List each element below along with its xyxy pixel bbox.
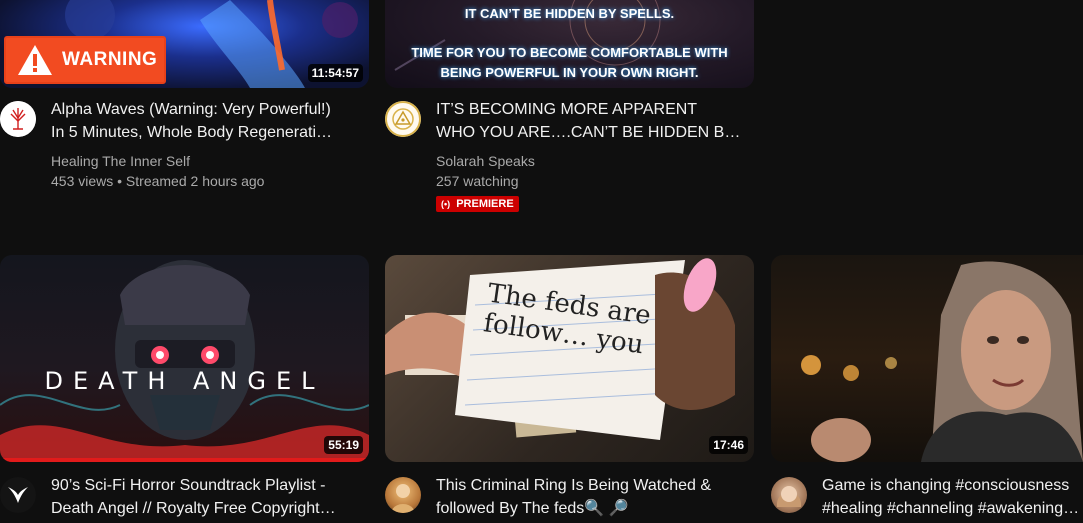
video-duration: 17:46 [709, 436, 748, 454]
video-title-line1: IT’S BECOMING MORE APPARENT [436, 101, 698, 118]
video-card-4[interactable]: The feds are follow… you 17:46 This Crim… [385, 255, 754, 523]
video-title-line1: Alpha Waves (Warning: Very Powerful!) [51, 101, 331, 118]
video-title[interactable]: Game is changing #consciousness #healing… [822, 474, 1083, 520]
premiere-badge-label: PREMIERE [456, 198, 514, 210]
video-title[interactable]: 90’s Sci-Fi Horror Soundtrack Playlist -… [51, 474, 361, 520]
thumbnail-text-line1: IT CAN’T BE HIDDEN BY SPELLS. [464, 6, 675, 21]
bird-logo-icon [0, 477, 36, 513]
video-title-line1: 90’s Sci-Fi Horror Soundtrack Playlist - [51, 477, 326, 494]
channel-avatar[interactable] [0, 477, 36, 513]
warning-icon [18, 45, 52, 75]
video-title-line2: Death Angel // Royalty Free Copyright… [51, 500, 336, 517]
pyramid-logo-icon [385, 101, 421, 137]
video-title-line2: followed By The feds🔍 🔎 [436, 500, 629, 517]
video-thumbnail-1[interactable]: WARNING 11:54:57 [0, 0, 369, 88]
person-avatar-icon [391, 484, 415, 513]
video-card-1[interactable]: WARNING 11:54:57 Alpha Waves (Warning: V… [0, 0, 369, 200]
video-title[interactable]: Alpha Waves (Warning: Very Powerful!) In… [51, 98, 361, 144]
premiere-badge: (•) PREMIERE [436, 196, 519, 212]
video-card-3[interactable]: DEATH ANGEL 55:19 90’s Sci-Fi Horror Sou… [0, 255, 369, 523]
video-duration: 55:19 [324, 436, 363, 454]
thumbnail-text-line3: BEING POWERFUL IN YOUR OWN RIGHT. [440, 65, 699, 80]
warning-badge: WARNING [4, 36, 166, 84]
video-title[interactable]: IT’S BECOMING MORE APPARENT WHO YOU ARE…… [436, 98, 746, 144]
video-title[interactable]: This Criminal Ring Is Being Watched & fo… [436, 474, 746, 520]
live-broadcast-icon: (•) [441, 199, 451, 209]
note-card-icon [385, 258, 735, 440]
video-title-line2: WHO YOU ARE….CAN’T BE HIDDEN B… [436, 124, 741, 141]
video-card-2[interactable]: IT CAN’T BE HIDDEN BY SPELLS. TIME FOR Y… [385, 0, 754, 220]
channel-name[interactable]: Solarah Speaks [436, 151, 535, 171]
warning-badge-text: WARNING [62, 49, 158, 70]
video-title-line2: #healing #channeling #awakening… [822, 500, 1080, 517]
video-card-5[interactable]: Game is changing #consciousness #healing… [771, 255, 1083, 523]
tree-logo-icon [0, 101, 36, 137]
video-thumbnail-3[interactable]: DEATH ANGEL 55:19 [0, 255, 369, 462]
channel-avatar[interactable] [385, 101, 421, 137]
video-title-line1: This Criminal Ring Is Being Watched & [436, 477, 712, 494]
channel-avatar[interactable] [385, 477, 421, 513]
channel-avatar[interactable] [0, 101, 36, 137]
thumbnail-text-line2: TIME FOR YOU TO BECOME COMFORTABLE WITH [411, 45, 728, 60]
thumbnail-title-text: DEATH ANGEL [44, 367, 325, 395]
video-title-line1: Game is changing #consciousness [822, 477, 1070, 494]
video-title-line2: In 5 Minutes, Whole Body Regenerati… [51, 124, 333, 141]
person-avatar-icon [776, 486, 802, 507]
woman-speaking-icon [801, 261, 1083, 462]
video-thumbnail-5[interactable] [771, 255, 1083, 462]
video-duration: 11:54:57 [307, 64, 363, 82]
video-thumbnail-2[interactable]: IT CAN’T BE HIDDEN BY SPELLS. TIME FOR Y… [385, 0, 754, 88]
channel-avatar[interactable] [771, 477, 807, 513]
video-meta: 257 watching [436, 173, 519, 189]
cyborg-face-icon [0, 260, 369, 462]
video-meta: 453 views • Streamed 2 hours ago [51, 173, 265, 189]
channel-name[interactable]: Healing The Inner Self [51, 151, 190, 171]
video-thumbnail-4[interactable]: The feds are follow… you 17:46 [385, 255, 754, 462]
